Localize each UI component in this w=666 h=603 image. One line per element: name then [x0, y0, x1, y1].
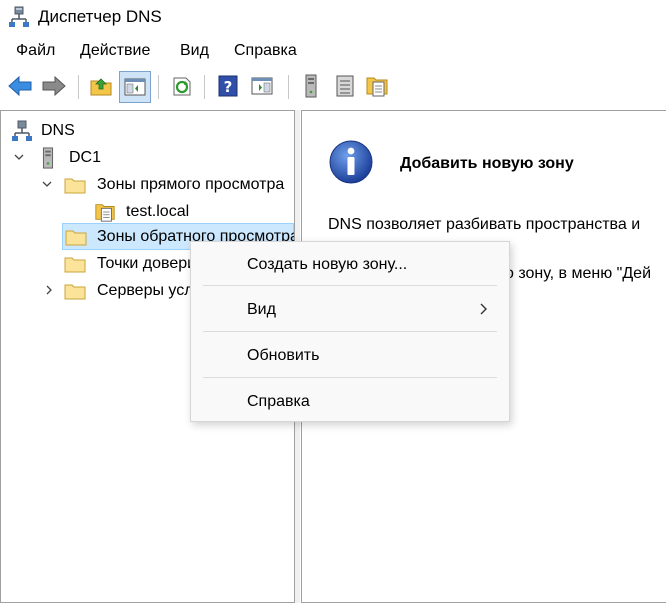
toolbar-separator — [288, 75, 289, 99]
folder-icon — [65, 230, 87, 246]
tree-node-label: Зоны прямого просмотра — [97, 176, 285, 193]
chevron-down-icon[interactable] — [41, 178, 53, 190]
tree-node-label: test.local — [126, 203, 190, 220]
toolbar-separator — [204, 75, 205, 99]
forward-button[interactable] — [41, 73, 67, 99]
title-bar: Диспетчер DNS — [0, 0, 666, 36]
show-hide-console-tree-button[interactable] — [119, 71, 151, 103]
menu-item-label: Создать новую зону... — [247, 256, 408, 273]
server-button[interactable] — [298, 73, 324, 99]
window-title: Диспетчер DNS — [38, 7, 162, 26]
info-icon — [329, 140, 373, 184]
help-icon: ? — [218, 75, 238, 97]
folder-icon — [64, 284, 86, 300]
up-folder-icon — [90, 78, 112, 96]
tree-node-test-local[interactable]: test.local — [1, 199, 291, 225]
menu-item-new-zone[interactable]: Создать новую зону... — [195, 245, 505, 285]
dns-manager-icon — [9, 6, 29, 27]
toolbar-separator — [158, 75, 159, 99]
menu-separator — [203, 331, 497, 332]
tree-node-forward-zones[interactable]: Зоны прямого просмотра — [1, 172, 294, 198]
tree-node-dns[interactable]: DNS — [1, 118, 291, 144]
chevron-right-icon — [480, 303, 487, 315]
toolbar-separator — [78, 75, 79, 99]
refresh-button[interactable] — [169, 73, 195, 99]
chevron-down-icon[interactable] — [13, 151, 25, 163]
menu-action[interactable]: Действие — [77, 41, 153, 61]
menu-item-help[interactable]: Справка — [195, 382, 505, 422]
menu-item-label: Вид — [247, 301, 276, 318]
zone-file-icon — [95, 204, 115, 222]
tree-node-label: Точки доверия — [97, 255, 205, 272]
menu-item-label: Справка — [247, 393, 310, 410]
context-menu: Создать новую зону... Вид Обновить Справ… — [190, 241, 510, 422]
zone-icon — [366, 77, 388, 97]
info-text-line1: DNS позволяет разбивать пространства и — [328, 216, 641, 233]
back-arrow-icon — [8, 75, 32, 97]
server-icon — [305, 74, 317, 98]
tree-node-dc1[interactable]: DC1 — [1, 145, 291, 171]
menu-item-refresh[interactable]: Обновить — [195, 336, 505, 376]
info-text-line2: о зону, в меню "Дей — [505, 265, 651, 282]
show-hide-action-pane-button[interactable] — [249, 73, 275, 99]
zone-button[interactable] — [364, 73, 390, 99]
back-button[interactable] — [7, 73, 33, 99]
menu-item-label: Обновить — [247, 347, 320, 364]
info-heading: Добавить новую зону — [400, 155, 574, 172]
chevron-right-icon[interactable] — [43, 284, 55, 296]
menu-view[interactable]: Вид — [177, 41, 212, 61]
toolbar: ? — [0, 66, 666, 110]
tree-node-label: DNS — [41, 122, 75, 139]
menu-separator — [203, 285, 497, 286]
tree-node-label: DC1 — [69, 149, 102, 166]
list-view-icon — [336, 75, 354, 97]
show-hide-console-tree-icon — [124, 78, 146, 96]
server-icon — [42, 147, 54, 169]
help-button[interactable]: ? — [215, 73, 241, 99]
refresh-icon — [173, 77, 191, 96]
dns-icon — [12, 120, 32, 141]
show-hide-action-pane-icon — [251, 77, 273, 95]
menu-help[interactable]: Справка — [231, 41, 300, 61]
svg-text:?: ? — [224, 78, 233, 96]
menu-bar: Файл Действие Вид Справка — [0, 36, 666, 66]
list-view-button[interactable] — [332, 73, 358, 99]
up-one-level-button[interactable] — [88, 73, 114, 99]
menu-separator — [203, 377, 497, 378]
folder-icon — [64, 178, 86, 194]
folder-icon — [64, 257, 86, 273]
forward-arrow-icon — [42, 75, 66, 97]
menu-file[interactable]: Файл — [13, 41, 58, 61]
menu-item-view[interactable]: Вид — [195, 290, 505, 330]
